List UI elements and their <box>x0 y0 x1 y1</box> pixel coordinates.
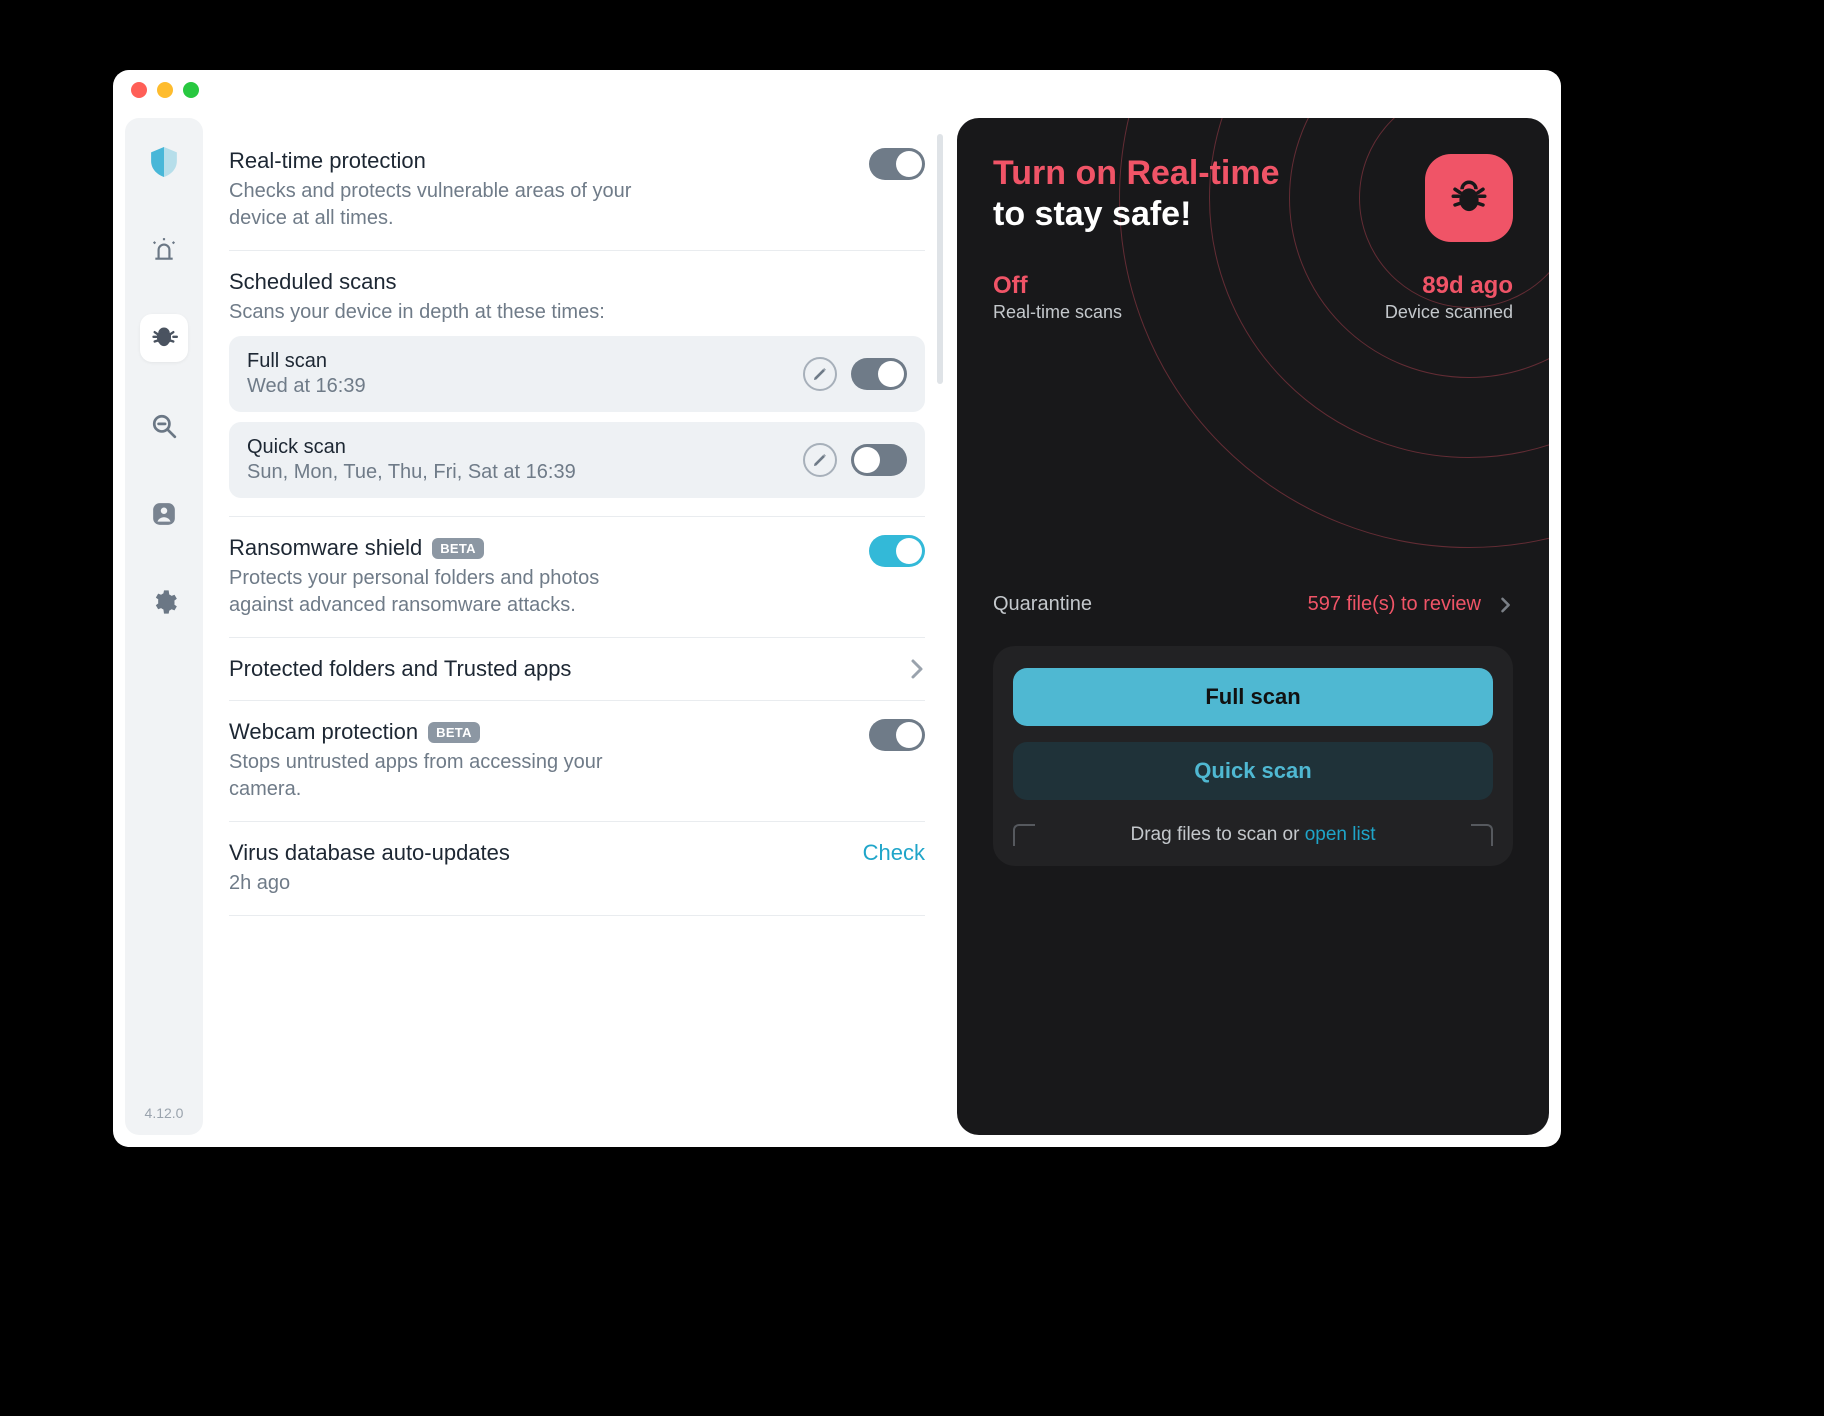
app-body: 4.12.0 Real-time protection Checks and p… <box>113 110 1561 1147</box>
minimize-window-button[interactable] <box>157 82 173 98</box>
scan-card-quick: Quick scan Sun, Mon, Tue, Thu, Fri, Sat … <box>229 422 925 498</box>
realtime-title: Real-time protection <box>229 148 649 174</box>
close-window-button[interactable] <box>131 82 147 98</box>
quarantine-link[interactable]: 597 file(s) to review <box>1308 593 1513 616</box>
scrollbar[interactable] <box>937 134 943 384</box>
status-panel: Turn on Real-time to stay safe! Off Real… <box>957 118 1549 1135</box>
sidebar-item-shield[interactable] <box>140 138 188 186</box>
beta-badge: BETA <box>428 722 480 743</box>
db-check-button[interactable]: Check <box>863 840 925 866</box>
edit-full-scan-button[interactable] <box>803 357 837 391</box>
drop-zone[interactable]: Drag files to scan or open list <box>1013 824 1493 846</box>
scan-age-value: 89d ago <box>1385 272 1513 300</box>
quick-scan-toggle[interactable] <box>851 444 907 476</box>
chevron-right-icon <box>909 657 925 681</box>
full-scan-toggle[interactable] <box>851 358 907 390</box>
drop-corner-icon <box>1471 824 1493 846</box>
full-scan-button[interactable]: Full scan <box>1013 668 1493 726</box>
ransomware-title: Ransomware shield BETA <box>229 535 649 561</box>
webcam-toggle[interactable] <box>869 719 925 751</box>
pencil-icon <box>812 452 828 468</box>
realtime-toggle[interactable] <box>869 148 925 180</box>
ransomware-title-text: Ransomware shield <box>229 535 422 561</box>
section-ransomware: Ransomware shield BETA Protects your per… <box>229 517 925 638</box>
scan-card-time: Sun, Mon, Tue, Thu, Fri, Sat at 16:39 <box>247 461 576 484</box>
pencil-icon <box>812 366 828 382</box>
hero-line-2: to stay safe! <box>993 195 1280 234</box>
titlebar <box>113 70 1561 110</box>
protected-folders-label: Protected folders and Trusted apps <box>229 656 571 682</box>
quarantine-label: Quarantine <box>993 593 1092 616</box>
search-minus-icon <box>151 413 177 439</box>
sidebar-item-alerts[interactable] <box>140 226 188 274</box>
sidebar-item-settings[interactable] <box>140 578 188 626</box>
user-icon <box>151 501 177 527</box>
scan-age-label: Device scanned <box>1385 302 1513 323</box>
section-webcam: Webcam protection BETA Stops untrusted a… <box>229 701 925 822</box>
drop-text: Drag files to scan or open list <box>1130 824 1375 846</box>
siren-icon <box>151 237 177 263</box>
realtime-desc: Checks and protects vulnerable areas of … <box>229 178 649 232</box>
ransomware-desc: Protects your personal folders and photo… <box>229 565 649 619</box>
sidebar-item-antivirus[interactable] <box>140 314 188 362</box>
scheduled-title: Scheduled scans <box>229 269 925 295</box>
section-scheduled: Scheduled scans Scans your device in dep… <box>229 251 925 517</box>
quarantine-row[interactable]: Quarantine 597 file(s) to review <box>993 593 1513 616</box>
bug-filled-icon <box>1448 177 1490 219</box>
scan-card-title: Quick scan <box>247 436 576 459</box>
shield-icon <box>151 147 177 177</box>
drop-corner-icon <box>1013 824 1035 846</box>
drop-text-prefix: Drag files to scan or <box>1130 824 1304 845</box>
version-label: 4.12.0 <box>145 1105 184 1121</box>
scan-actions: Full scan Quick scan Drag files to scan … <box>993 646 1513 866</box>
db-title: Virus database auto-updates <box>229 840 510 866</box>
quarantine-count: 597 file(s) to review <box>1308 593 1481 616</box>
scheduled-desc: Scans your device in depth at these time… <box>229 299 649 326</box>
beta-badge: BETA <box>432 538 484 559</box>
scan-card-time: Wed at 16:39 <box>247 375 366 398</box>
quick-scan-button[interactable]: Quick scan <box>1013 742 1493 800</box>
section-realtime: Real-time protection Checks and protects… <box>229 130 925 251</box>
sidebar: 4.12.0 <box>125 118 203 1135</box>
app-window: 4.12.0 Real-time protection Checks and p… <box>113 70 1561 1147</box>
scan-card-full: Full scan Wed at 16:39 <box>229 336 925 412</box>
threat-indicator <box>1425 154 1513 242</box>
webcam-title-text: Webcam protection <box>229 719 418 745</box>
bug-icon <box>150 324 178 352</box>
section-virus-db: Virus database auto-updates 2h ago Check <box>229 822 925 916</box>
sidebar-item-search[interactable] <box>140 402 188 450</box>
db-time: 2h ago <box>229 870 510 897</box>
chevron-right-icon <box>1499 594 1513 616</box>
webcam-title: Webcam protection BETA <box>229 719 649 745</box>
gear-icon <box>150 588 178 616</box>
hero-line-1: Turn on Real-time <box>993 154 1280 193</box>
ransomware-toggle[interactable] <box>869 535 925 567</box>
open-list-link[interactable]: open list <box>1305 824 1376 845</box>
webcam-desc: Stops untrusted apps from accessing your… <box>229 749 649 803</box>
realtime-status-label: Real-time scans <box>993 302 1122 323</box>
realtime-status-value: Off <box>993 272 1122 300</box>
sidebar-item-account[interactable] <box>140 490 188 538</box>
fullscreen-window-button[interactable] <box>183 82 199 98</box>
scan-card-title: Full scan <box>247 350 366 373</box>
settings-panel: Real-time protection Checks and protects… <box>203 110 949 1147</box>
edit-quick-scan-button[interactable] <box>803 443 837 477</box>
section-protected-folders[interactable]: Protected folders and Trusted apps <box>229 638 925 701</box>
